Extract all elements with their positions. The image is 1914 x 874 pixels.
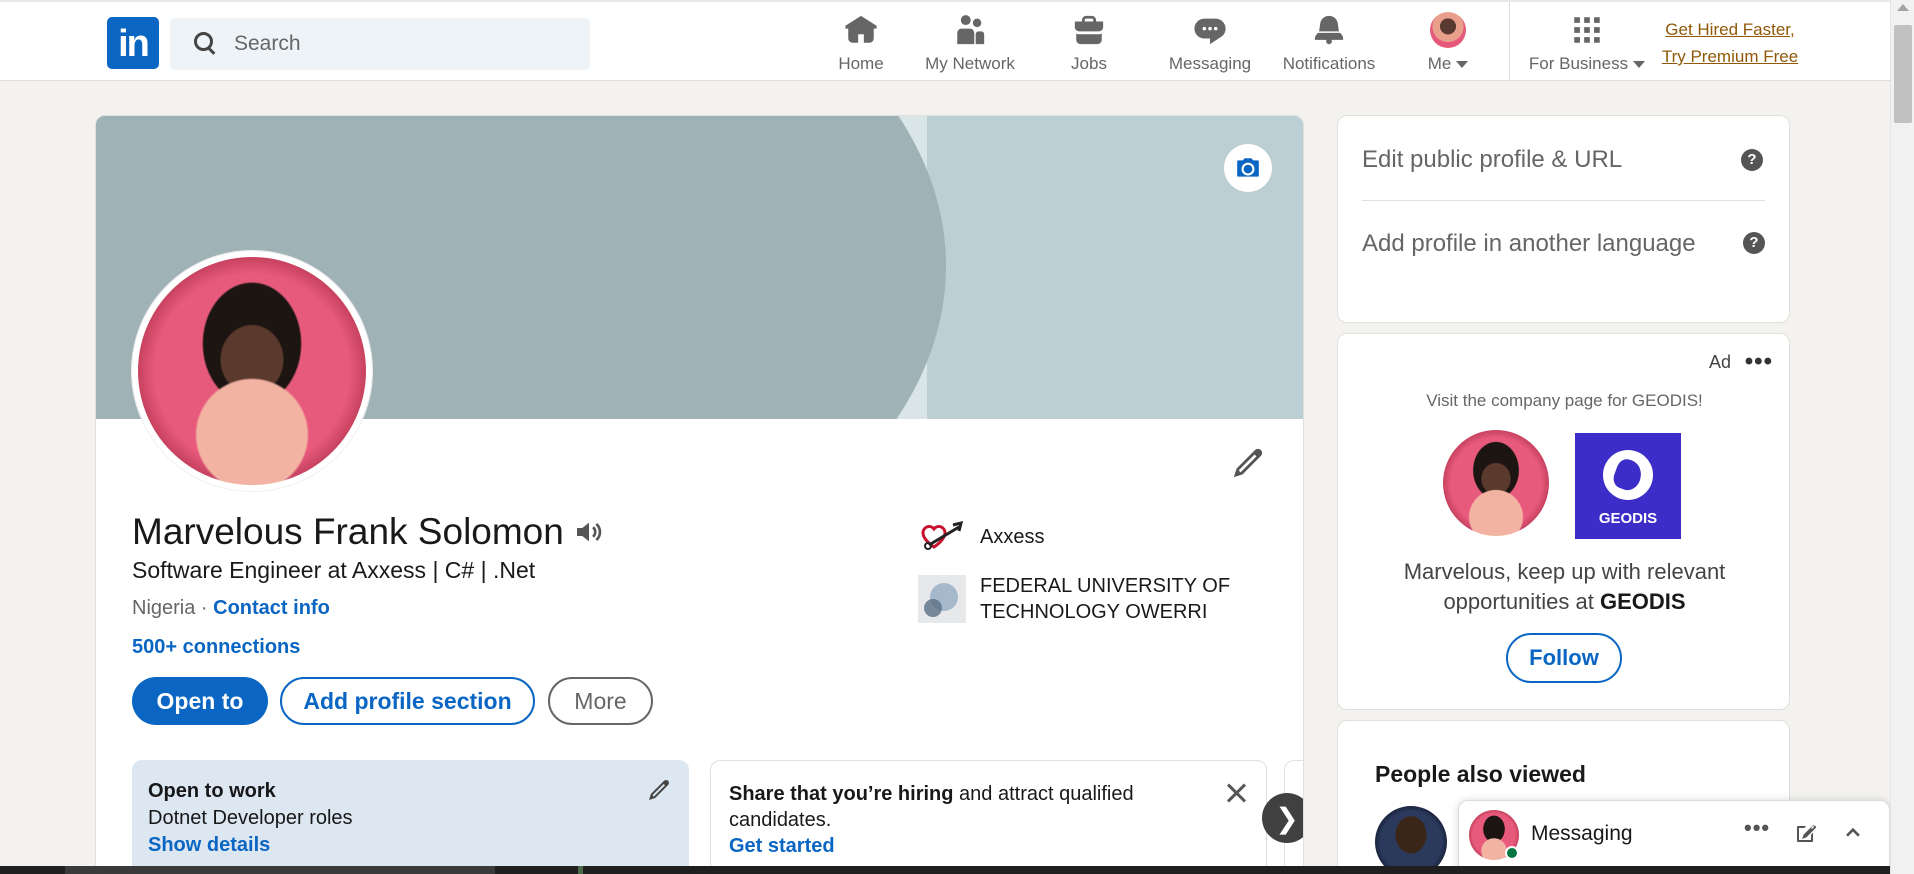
search-bar[interactable] xyxy=(170,18,590,70)
avatar xyxy=(1430,12,1466,48)
scrollbar-thumb[interactable] xyxy=(1894,25,1912,123)
linkedin-logo[interactable]: in xyxy=(107,17,159,69)
scroll-up-arrow-icon[interactable] xyxy=(1897,4,1909,11)
add-language-profile-link[interactable]: Add profile in another language ? xyxy=(1362,116,1767,262)
edit-open-to-work-button[interactable] xyxy=(647,778,671,802)
pencil-icon xyxy=(649,780,669,800)
nav-me-label: Me xyxy=(1428,54,1469,74)
separator: · xyxy=(195,597,214,619)
messaging-dock[interactable]: Messaging ••• xyxy=(1458,800,1890,874)
nav-notifications[interactable]: Notifications xyxy=(1276,12,1382,78)
profile-settings-card: Edit public profile & URL ? Add profile … xyxy=(1337,115,1790,323)
globe-icon xyxy=(1603,450,1653,500)
nav-divider xyxy=(1509,2,1510,82)
nav-my-network-label: My Network xyxy=(925,54,1015,73)
edit-intro-button[interactable] xyxy=(1231,446,1267,482)
ad-user-avatar xyxy=(1443,430,1549,536)
messaging-dock-label: Messaging xyxy=(1531,822,1633,845)
caret-down-icon xyxy=(1456,61,1469,69)
get-started-link[interactable]: Get started xyxy=(729,835,1248,858)
premium-line2: Try Premium Free xyxy=(1661,47,1799,66)
premium-line1: Get Hired Faster, xyxy=(1665,20,1795,39)
compose-icon[interactable] xyxy=(1794,821,1820,847)
edit-background-button[interactable] xyxy=(1224,144,1272,192)
bell-icon xyxy=(1311,12,1347,48)
profile-photo[interactable] xyxy=(132,251,372,491)
pencil-icon xyxy=(1233,448,1263,478)
axxess-logo xyxy=(918,513,966,561)
open-to-work-title: Open to work xyxy=(148,780,276,802)
network-icon xyxy=(952,12,988,48)
name-pronunciation-icon[interactable] xyxy=(572,516,606,548)
camera-icon xyxy=(1237,158,1259,177)
nav-for-business-label: For Business xyxy=(1529,54,1646,74)
current-positions: Axxess FEDERAL UNIVERSITY OF TECHNOLOGY … xyxy=(918,513,1278,637)
more-button[interactable]: More xyxy=(548,677,653,725)
location-text: Nigeria xyxy=(132,597,196,619)
geodis-logo[interactable]: GEODIS xyxy=(1575,433,1681,539)
online-status-indicator xyxy=(1505,846,1519,860)
people-also-viewed-title: People also viewed xyxy=(1375,761,1586,787)
search-input[interactable] xyxy=(234,32,564,56)
add-profile-section-button[interactable]: Add profile section xyxy=(280,677,535,725)
home-icon xyxy=(843,12,879,48)
nav-my-network[interactable]: My Network xyxy=(918,12,1022,78)
nav-for-business[interactable]: For Business xyxy=(1526,12,1648,78)
nav-messaging-label: Messaging xyxy=(1168,54,1252,73)
nav-messaging[interactable]: Messaging xyxy=(1164,12,1256,78)
os-taskbar xyxy=(0,866,1890,874)
help-icon[interactable]: ? xyxy=(1743,232,1765,254)
follow-button[interactable]: Follow xyxy=(1506,633,1622,683)
open-to-button[interactable]: Open to xyxy=(132,677,268,725)
share-hiring-text: Share that you’re hiring and attract qua… xyxy=(729,783,1134,831)
profile-card: Marvelous Frank Solomon Software Enginee… xyxy=(95,115,1304,874)
open-to-work-card: Open to work Dotnet Developer roles Show… xyxy=(132,760,689,873)
ad-visit-text: Visit the company page for GEODIS! xyxy=(1426,391,1703,410)
nav-notifications-label: Notifications xyxy=(1282,54,1376,73)
search-icon xyxy=(194,32,218,56)
briefcase-icon xyxy=(1071,12,1107,48)
try-premium-link[interactable]: Get Hired Faster, Try Premium Free xyxy=(1655,16,1805,70)
nav-home-label: Home xyxy=(838,54,884,73)
profile-location: Nigeria · Contact info xyxy=(132,597,330,620)
nav-jobs[interactable]: Jobs xyxy=(1069,12,1109,78)
carousel-next-button[interactable]: ❯ xyxy=(1262,793,1303,843)
ad-label: Ad xyxy=(1708,352,1731,372)
education-item-futo[interactable]: FEDERAL UNIVERSITY OF TECHNOLOGY OWERRI xyxy=(918,573,1278,625)
profile-name-row: Marvelous Frank Solomon xyxy=(132,511,606,553)
grid-icon xyxy=(1569,12,1605,48)
experience-company: Axxess xyxy=(980,526,1045,548)
more-options-icon[interactable]: ••• xyxy=(1744,815,1770,841)
profile-name: Marvelous Frank Solomon xyxy=(132,511,564,552)
chevron-right-icon: ❯ xyxy=(1275,802,1299,834)
share-hiring-card: Share that you’re hiring and attract qua… xyxy=(710,760,1267,873)
avatar[interactable] xyxy=(1375,806,1447,874)
contact-info-link[interactable]: Contact info xyxy=(213,597,330,619)
caret-down-icon xyxy=(1633,61,1646,69)
experience-item-axxess[interactable]: Axxess xyxy=(918,513,1278,561)
close-icon[interactable] xyxy=(1224,781,1248,805)
connections-link[interactable]: 500+ connections xyxy=(132,636,300,659)
nav-home[interactable]: Home xyxy=(826,12,896,78)
page-scrollbar[interactable] xyxy=(1890,0,1914,874)
nav-me[interactable]: Me xyxy=(1420,12,1476,78)
geodis-logo-text: GEODIS xyxy=(1598,510,1658,527)
show-details-link[interactable]: Show details xyxy=(148,834,673,857)
chevron-up-icon[interactable] xyxy=(1841,821,1867,847)
education-school: FEDERAL UNIVERSITY OF TECHNOLOGY OWERRI xyxy=(980,575,1231,623)
top-navigation-bar: in Home My Network Jobs Messaging Notifi… xyxy=(0,0,1890,82)
ad-message: Marvelous, keep up with relevant opportu… xyxy=(1403,559,1726,614)
school-logo xyxy=(918,575,966,623)
chat-icon xyxy=(1192,12,1228,48)
profile-headline: Software Engineer at Axxess | C# | .Net xyxy=(132,557,536,583)
ad-card: Ad ••• Visit the company page for GEODIS… xyxy=(1337,333,1790,710)
nav-jobs-label: Jobs xyxy=(1071,54,1107,73)
open-to-work-roles: Dotnet Developer roles xyxy=(148,807,353,829)
more-options-icon[interactable]: ••• xyxy=(1745,348,1773,376)
